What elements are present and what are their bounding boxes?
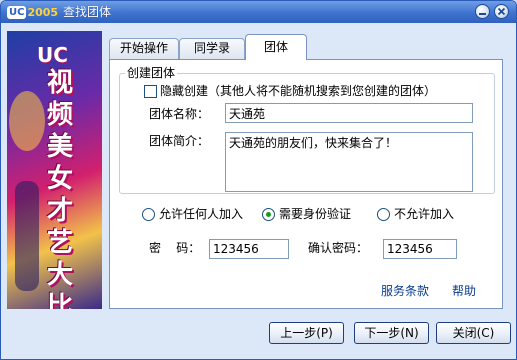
group-name-label: 团体名称：	[149, 107, 210, 121]
window-title: 查找团体	[63, 5, 112, 19]
banner-slogan: 视频美女才艺大比拼	[47, 68, 74, 309]
radio-selected-dot	[266, 212, 271, 217]
radio-need-verify[interactable]	[262, 208, 275, 221]
hide-create-checkbox[interactable]	[144, 85, 157, 98]
next-button[interactable]: 下一步(N)	[354, 322, 429, 344]
group-intro-label: 团体简介：	[149, 134, 210, 148]
promo-banner[interactable]: UC 视频美女才艺大比拼	[7, 31, 102, 309]
close-window-button[interactable]	[494, 4, 509, 19]
find-group-window: UC 2005 查找团体 UC 视频美女才艺大比拼 开始操作 同学录 团体 创建…	[0, 0, 517, 360]
confirm-password-input[interactable]	[383, 239, 457, 259]
title-bar[interactable]: UC 2005 查找团体	[1, 1, 516, 23]
password-input[interactable]	[209, 239, 289, 259]
tab-group[interactable]: 团体	[245, 34, 307, 60]
radio-need-verify-label: 需要身份验证	[279, 207, 352, 221]
prev-button[interactable]: 上一步(P)	[269, 322, 344, 344]
uc-logo: UC 2005	[7, 4, 58, 20]
minimize-button[interactable]	[475, 4, 490, 19]
confirm-password-label: 确认密码：	[308, 241, 369, 255]
banner-figure	[15, 181, 39, 291]
minimize-icon	[479, 13, 486, 15]
banner-decoration	[9, 91, 45, 151]
logo-uc: UC	[7, 5, 27, 19]
tab-start[interactable]: 开始操作	[109, 38, 179, 59]
radio-allow-anyone[interactable]	[142, 208, 155, 221]
banner-brand: UC	[37, 43, 68, 67]
tab-classmates[interactable]: 同学录	[179, 38, 245, 59]
close-button[interactable]: 关闭(C)	[436, 322, 511, 344]
password-label: 密 码：	[149, 241, 201, 255]
radio-disallow[interactable]	[377, 208, 390, 221]
group-name-input[interactable]	[225, 103, 473, 123]
create-group-legend: 创建团体	[125, 66, 178, 80]
logo-year: 2005	[27, 5, 59, 19]
radio-disallow-label: 不允许加入	[394, 207, 455, 221]
close-icon	[497, 7, 506, 16]
hide-create-label: 隐藏创建（其他人将不能随机搜索到您创建的团体）	[160, 84, 437, 98]
radio-allow-anyone-label: 允许任何人加入	[159, 207, 244, 221]
terms-link[interactable]: 服务条款	[381, 284, 429, 299]
group-intro-textarea[interactable]: 天通苑的朋友们，快来集合了！	[225, 132, 473, 192]
help-link[interactable]: 帮助	[452, 284, 476, 299]
